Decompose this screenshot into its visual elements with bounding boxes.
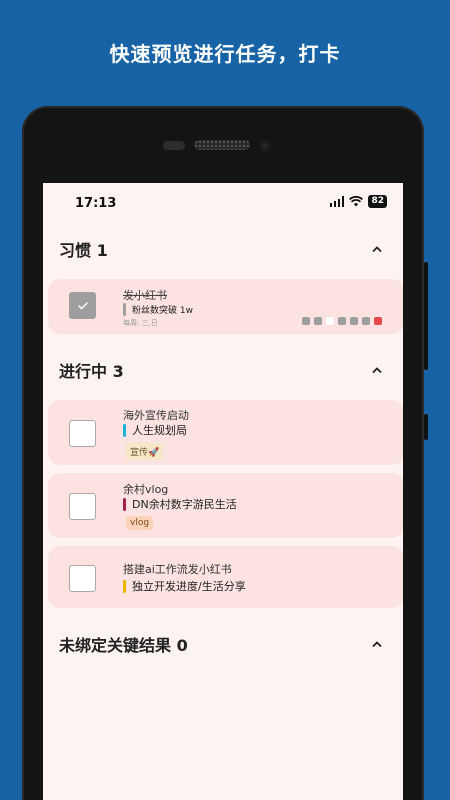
- task-key-result: 人生规划局: [123, 422, 187, 438]
- task-title: 搭建ai工作流发小红书: [123, 563, 232, 576]
- key-result-color-bar: [123, 423, 126, 437]
- task-tag: vlog: [126, 516, 154, 530]
- headline: 快速预览进行任务，打卡: [109, 42, 341, 66]
- phone-frame: 17:13 82 习惯 1 发小红书 粉丝数突破 1w 每周: 三,日 进行中 …: [22, 106, 428, 800]
- checkin-dot: [362, 317, 370, 325]
- task-key-result: DN余村数字游民生活: [123, 496, 237, 512]
- volume-button: [424, 262, 428, 370]
- section-title: 进行中 3: [59, 362, 124, 381]
- sensor-icon: [163, 141, 185, 150]
- task-card[interactable]: 余村vlog DN余村数字游民生活 vlog: [48, 473, 403, 538]
- checkin-dot: [302, 317, 310, 325]
- task-title: 余村vlog: [123, 483, 169, 496]
- section-in-progress-header[interactable]: 进行中 3: [59, 358, 389, 382]
- section-unbound-header[interactable]: 未绑定关键结果 0: [59, 632, 389, 656]
- habit-card[interactable]: 发小红书 粉丝数突破 1w 每周: 三,日: [48, 279, 403, 334]
- task-checkbox[interactable]: [69, 493, 96, 520]
- checkin-dot: [374, 317, 382, 325]
- signal-icon: [329, 196, 345, 207]
- status-icons: 82: [329, 195, 387, 208]
- week-checkin-dots: [302, 317, 382, 325]
- front-camera-icon: [259, 140, 271, 152]
- task-checkbox[interactable]: [69, 420, 96, 447]
- checkin-dot: [314, 317, 322, 325]
- chevron-up-icon[interactable]: [365, 358, 389, 382]
- task-key-result: 独立开发进度/生活分享: [123, 578, 246, 594]
- habit-frequency: 每周: 三,日: [123, 319, 158, 327]
- app-screen: 17:13 82 习惯 1 发小红书 粉丝数突破 1w 每周: 三,日 进行中 …: [43, 183, 403, 800]
- battery-icon: 82: [368, 195, 387, 208]
- section-title: 未绑定关键结果 0: [59, 636, 188, 655]
- check-icon: [77, 302, 88, 310]
- key-result-label: 人生规划局: [132, 424, 187, 437]
- section-title: 习惯 1: [59, 241, 108, 260]
- speaker-grille: [194, 140, 250, 150]
- wifi-icon: [349, 196, 364, 207]
- key-result-label: 粉丝数突破 1w: [132, 306, 193, 316]
- key-result-color-bar: [123, 303, 126, 316]
- status-bar: 17:13 82: [43, 183, 403, 223]
- key-result-label: 独立开发进度/生活分享: [132, 580, 246, 593]
- task-card[interactable]: 搭建ai工作流发小红书 独立开发进度/生活分享: [48, 546, 403, 608]
- checkin-dot: [326, 317, 334, 325]
- chevron-up-icon[interactable]: [365, 632, 389, 656]
- task-tag: 宣传🚀: [126, 443, 164, 460]
- habit-title: 发小红书: [123, 289, 167, 302]
- power-button: [424, 414, 428, 440]
- chevron-up-icon[interactable]: [365, 237, 389, 261]
- task-title: 海外宣传启动: [123, 409, 189, 422]
- task-checkbox[interactable]: [69, 565, 96, 592]
- status-time: 17:13: [75, 196, 117, 211]
- key-result-color-bar: [123, 497, 126, 511]
- key-result-color-bar: [123, 579, 126, 593]
- checkin-dot: [350, 317, 358, 325]
- section-habits-header[interactable]: 习惯 1: [59, 237, 389, 261]
- checkin-dot: [338, 317, 346, 325]
- habit-checkbox[interactable]: [69, 292, 96, 319]
- key-result-label: DN余村数字游民生活: [132, 498, 237, 511]
- habit-key-result: 粉丝数突破 1w: [123, 303, 193, 316]
- task-card[interactable]: 海外宣传启动 人生规划局 宣传🚀: [48, 400, 403, 465]
